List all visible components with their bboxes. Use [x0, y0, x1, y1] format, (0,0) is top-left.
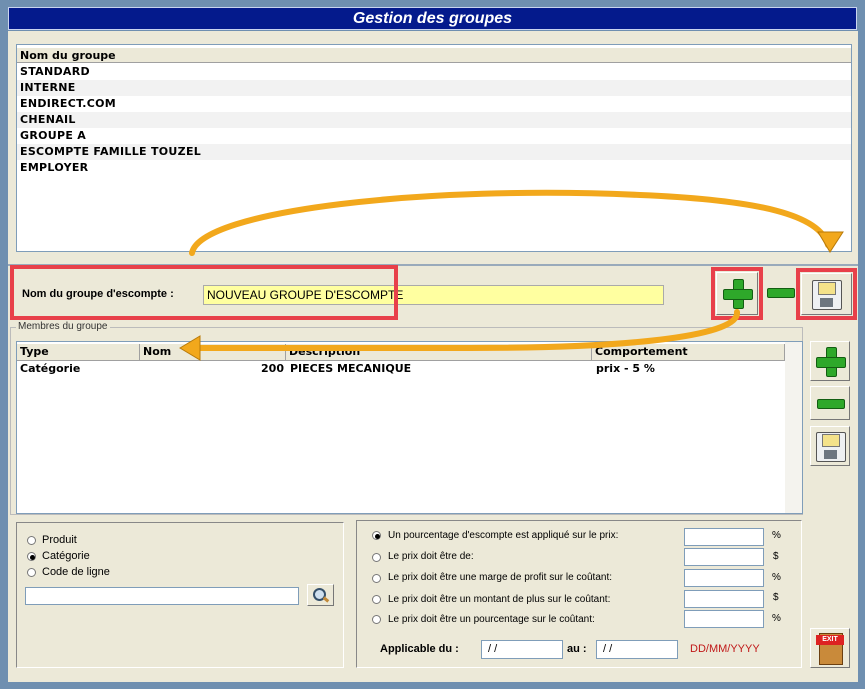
- arrow-to-save: [189, 189, 831, 256]
- arrow-to-members-head: [179, 335, 201, 361]
- arrow-to-save-head: [817, 231, 844, 253]
- annotation-arrows: [179, 189, 844, 361]
- arrow-to-members: [192, 309, 740, 351]
